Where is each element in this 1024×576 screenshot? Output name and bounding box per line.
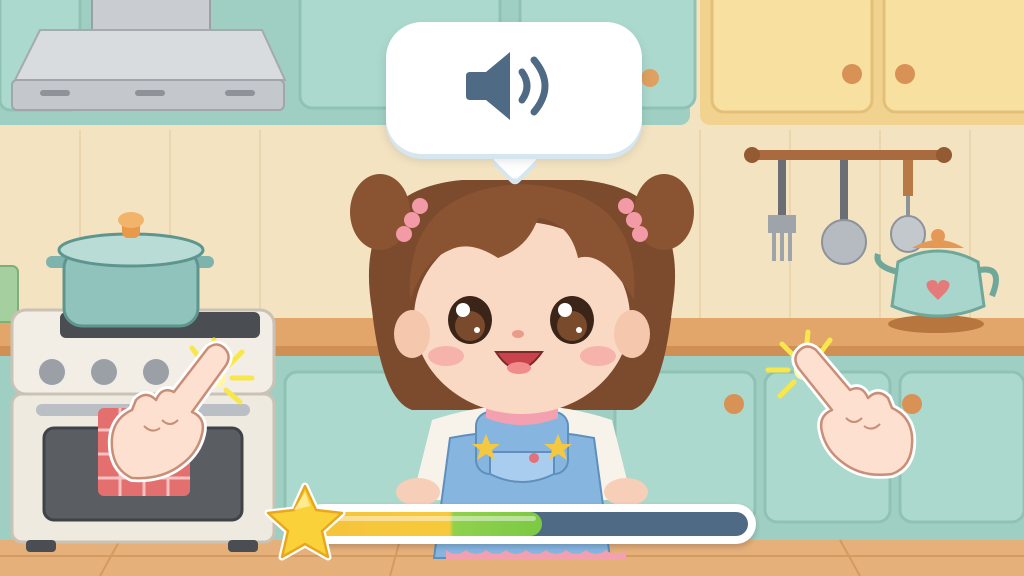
progress-inner xyxy=(310,512,748,536)
level-progress-bar xyxy=(262,482,762,562)
audio-prompt-bubble[interactable] xyxy=(386,22,642,182)
progress-track xyxy=(302,504,756,544)
star-icon xyxy=(264,482,346,561)
tap-hand-icon-left xyxy=(107,337,255,483)
upper-cabinets-right xyxy=(700,0,1024,125)
tap-hand-icon-right xyxy=(765,329,917,479)
speaker-icon[interactable] xyxy=(464,48,564,124)
